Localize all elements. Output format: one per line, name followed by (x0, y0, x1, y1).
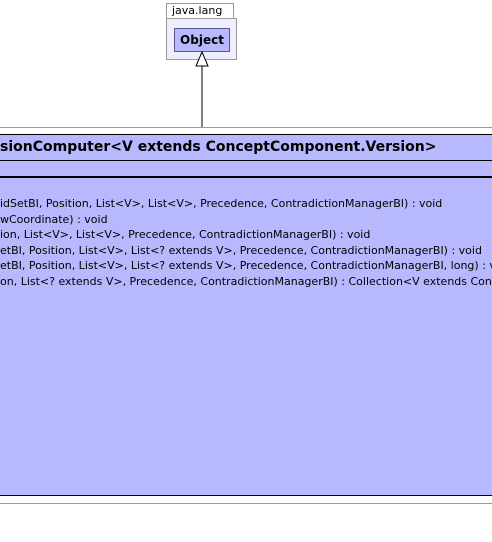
method-item: on, List<? extends V>, Precedence, Contr… (0, 274, 492, 288)
class-outer-frame-bottom (0, 496, 492, 504)
method-item: etBI, Position, List<V>, List<? extends … (0, 243, 482, 257)
method-item: idSetBI, Position, List<V>, List<V>, Pre… (0, 197, 443, 210)
methods-separator (0, 176, 492, 178)
method-list: idSetBI, Position, List<V>, List<V>, Pre… (0, 196, 492, 289)
superclass-box[interactable]: Object (174, 28, 230, 52)
package-tab: java.lang (166, 3, 234, 19)
class-title: sionComputer<V extends ConceptComponent.… (0, 139, 437, 155)
method-item: etBI, Position, List<V>, List<? extends … (0, 259, 492, 272)
attributes-separator (0, 160, 492, 161)
class-box[interactable] (0, 134, 492, 496)
superclass-name: Object (180, 33, 224, 47)
method-item: ion, List<V>, List<V>, Precedence, Contr… (0, 228, 371, 241)
inheritance-arrow (195, 50, 209, 136)
method-item: wCoordinate) : void (0, 212, 108, 226)
package-name: java.lang (172, 4, 223, 17)
